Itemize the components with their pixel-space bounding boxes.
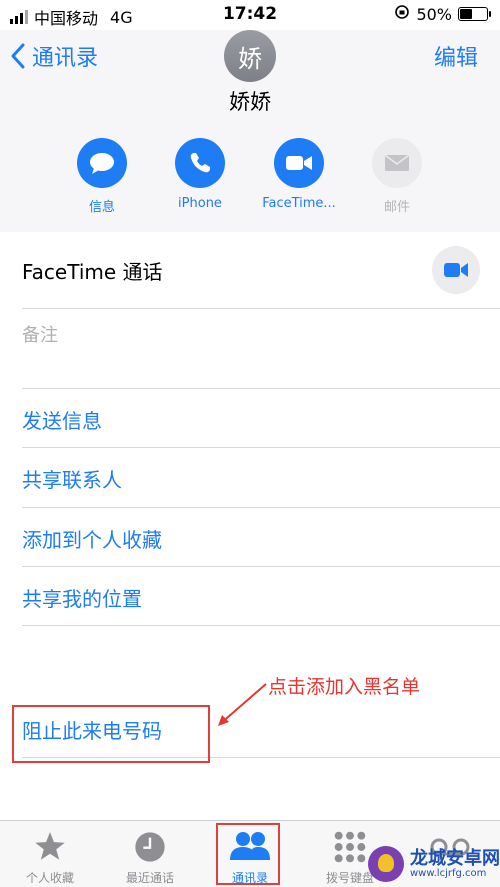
video-icon: [444, 263, 468, 277]
rotation-lock-icon: [394, 4, 410, 24]
message-action-button[interactable]: 信息: [52, 138, 152, 215]
mail-icon: [372, 138, 422, 188]
facetime-row-label: FaceTime 通话: [22, 260, 163, 284]
status-bar: 中国移动 4G 17:42 50%: [0, 0, 500, 30]
mail-action-label: 邮件: [383, 200, 410, 215]
tab-recents-label: 最近通话: [125, 871, 174, 885]
facetime-action-label: FaceTime...: [262, 196, 336, 211]
contacts-tab-highlight-box: [216, 823, 280, 885]
mail-action-button[interactable]: 邮件: [347, 138, 447, 215]
watermark-logo-icon: [368, 846, 404, 882]
message-icon: [77, 138, 127, 188]
watermark: 龙城安卓网 www.lcjrfg.com: [368, 846, 500, 882]
avatar: 娇: [224, 30, 276, 82]
menu-item-share-contact[interactable]: 共享联系人: [22, 448, 500, 508]
menu-item-share-location[interactable]: 共享我的位置: [22, 567, 500, 626]
star-icon: [0, 827, 100, 867]
tab-favorites-label: 个人收藏: [25, 871, 74, 885]
add-favorite-label: 添加到个人收藏: [22, 528, 162, 552]
share-contact-label: 共享联系人: [22, 468, 122, 492]
block-highlight-box: [12, 705, 210, 763]
tab-favorites[interactable]: 个人收藏: [0, 821, 100, 887]
contact-name: 娇娇: [229, 90, 271, 114]
call-action-label: iPhone: [178, 196, 222, 211]
facetime-row[interactable]: FaceTime 通话: [22, 232, 500, 309]
call-action-button[interactable]: iPhone: [150, 138, 250, 211]
status-right: 50%: [394, 4, 491, 24]
menu-item-send-message[interactable]: 发送信息: [22, 389, 500, 448]
watermark-url: www.lcjrfg.com: [410, 867, 487, 879]
menu-item-add-favorite[interactable]: 添加到个人收藏: [22, 508, 500, 567]
send-message-label: 发送信息: [22, 409, 102, 433]
contact-header: 通讯录 娇 编辑 娇娇 信息 iPhone FaceTime... 邮件: [0, 30, 500, 232]
edit-button[interactable]: 编辑: [434, 40, 478, 72]
quick-actions: 信息 iPhone FaceTime... 邮件: [0, 138, 500, 218]
video-icon: [274, 138, 324, 188]
facetime-action-button[interactable]: FaceTime...: [249, 138, 349, 211]
tab-recents[interactable]: 最近通话: [100, 821, 200, 887]
watermark-text: 龙城安卓网 www.lcjrfg.com: [410, 847, 500, 879]
notes-label: 备注: [22, 325, 58, 346]
notes-row[interactable]: 备注: [22, 309, 500, 389]
battery-fill: [460, 9, 472, 19]
watermark-title: 龙城安卓网: [410, 847, 500, 869]
share-location-label: 共享我的位置: [22, 587, 142, 611]
back-button[interactable]: 通讯录: [10, 40, 98, 72]
phone-icon: [175, 138, 225, 188]
message-action-label: 信息: [88, 200, 115, 215]
battery-icon: [458, 7, 491, 21]
clock-icon: [100, 827, 200, 867]
chevron-left-icon: [11, 43, 25, 69]
annotation-text: 点击添加入黑名单: [268, 676, 421, 698]
facetime-video-button[interactable]: [432, 246, 480, 294]
back-label: 通讯录: [32, 46, 99, 71]
battery-percent: 50%: [416, 4, 452, 24]
